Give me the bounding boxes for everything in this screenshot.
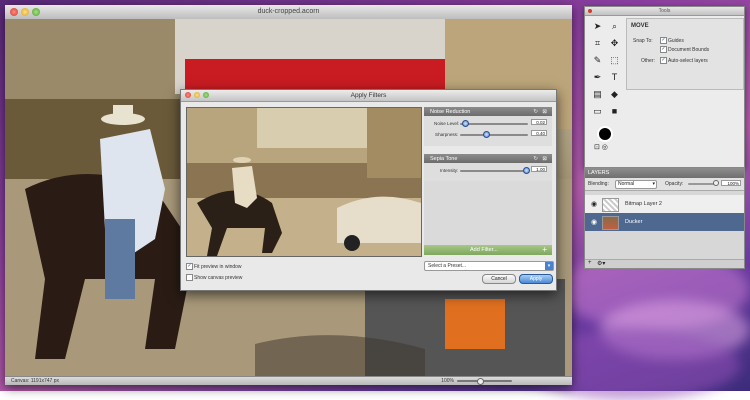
noise-reduction-header[interactable]: Noise Reduction ↻ ⊠ [424,107,552,116]
layer-thumbnail [602,198,619,212]
document-bounds-label: Document Bounds [668,47,710,53]
opacity-knob[interactable] [713,180,719,186]
fit-preview-checkbox[interactable]: ✓ [186,263,193,270]
eraser-icon[interactable]: ▭ [590,104,605,119]
tools-palette: Tools ➤ ⌕ ⌗ ✥ ✎ ⬚ ✒ T ▤ ◆ ▭ ■ ⊡ ◎ MOVE S… [584,6,745,168]
sharpness-value[interactable]: 0.40 [531,130,547,136]
blending-label: Blending: [588,181,609,187]
sepia-tone-header[interactable]: Sepia Tone ↻ ⊠ [424,154,552,163]
tool-options-heading: MOVE [631,23,649,29]
document-titlebar: duck-cropped.acorn [5,5,572,20]
preset-select-text: Select a Preset... [428,263,467,269]
opacity-value[interactable]: 100% [721,180,741,186]
guides-label: Guides [668,38,684,44]
crop-icon[interactable]: ⌗ [590,36,605,51]
noise-level-value[interactable]: 0.02 [531,119,547,125]
layers-title: LAYERS [588,170,610,176]
cancel-button[interactable]: Cancel [482,274,516,284]
tool-options-panel: MOVE Snap To: ✓ Guides ✓ Document Bounds… [626,18,744,90]
other-label: Other: [641,58,655,64]
remove-filter-icon[interactable]: ⊠ [542,156,547,162]
layers-footer: + ⚙▾ [585,259,744,268]
dialog-title: Apply Filters [350,92,387,99]
status-bar: Canvas: 1191x747 px 100% [5,376,572,385]
marquee-icon[interactable]: ⬚ [607,53,622,68]
show-canvas-label: Show canvas preview [194,275,243,281]
dialog-titlebar: Apply Filters [181,90,556,102]
sharpness-label: Sharpness: [435,132,459,137]
layer-row-selected[interactable]: ◉ Ducker [585,213,744,231]
zoom-slider[interactable] [457,380,512,382]
blending-select[interactable]: Normal ▾ [615,180,657,189]
preset-select[interactable]: Select a Preset... ▾ [424,261,554,271]
auto-select-label: Auto-select layers [668,58,708,64]
sepia-tone-body: Intensity: 1.00 [424,163,552,181]
document-title: duck-cropped.acorn [257,8,320,15]
tools-palette-titlebar: Tools [585,7,744,16]
noise-reduction-body: Noise Level: 0.02 Sharpness: 0.40 [424,116,552,146]
layers-panel: LAYERS Blending: Normal ▾ Opacity: 100% … [584,167,745,269]
noise-level-label: Noise Level: [434,121,460,126]
gear-icon[interactable]: ⚙▾ [597,260,605,267]
auto-select-checkbox[interactable]: ✓ [660,57,667,64]
zoom-level-label: 100% [441,378,454,384]
filter-preview[interactable] [186,107,422,257]
intensity-label: Intensity: [440,168,459,173]
guides-checkbox[interactable]: ✓ [660,37,667,44]
layer-thumbnail [602,216,619,230]
document-bounds-checkbox[interactable]: ✓ [660,46,667,53]
chevron-down-icon: ▾ [545,262,553,270]
opacity-label: Opacity: [665,181,684,187]
intensity-knob[interactable] [523,167,530,174]
shape-icon[interactable]: ■ [607,104,622,119]
zoom-icon[interactable]: ⌕ [607,19,622,34]
tool-grid: ➤ ⌕ ⌗ ✥ ✎ ⬚ ✒ T ▤ ◆ ▭ ■ ⊡ ◎ [588,18,624,163]
layer-row[interactable]: ◉ Bitmap Layer 2 [585,195,744,213]
intensity-slider[interactable] [460,170,528,172]
add-filter-button[interactable]: Add Filter... + [424,245,552,255]
canvas-size-label: Canvas: 1191x747 px [11,378,59,384]
layer-name: Bitmap Layer 2 [625,201,662,207]
arrow-select-icon[interactable]: ➤ [590,19,605,34]
sharpness-slider[interactable] [460,134,528,136]
noise-level-knob[interactable] [462,120,469,127]
gradient-icon[interactable]: ▤ [590,87,605,102]
add-filter-label: Add Filter... [470,247,498,253]
text-icon[interactable]: T [607,70,622,85]
layer-options-bar: Blending: Normal ▾ Opacity: 100% [585,178,744,191]
intensity-value[interactable]: 1.00 [531,166,547,172]
sharpness-knob[interactable] [483,131,490,138]
add-layer-icon[interactable]: + [588,260,592,266]
eye-icon[interactable]: ◉ [591,200,597,208]
color-well-icon[interactable] [597,126,613,142]
plus-icon: + [542,245,547,254]
apply-filters-dialog: Apply Filters Noise Reduction ↻ ⊠ Noise … [180,89,557,291]
apply-button[interactable]: Apply [519,274,553,284]
blending-value: Normal [618,181,635,187]
eye-icon[interactable]: ◉ [591,218,597,226]
tools-palette-title: Tools [658,8,671,14]
brush-icon[interactable]: ✎ [590,53,605,68]
sepia-tone-title: Sepia Tone [430,155,458,162]
layer-name: Ducker [625,219,643,225]
noise-reduction-title: Noise Reduction [430,108,471,115]
remove-filter-icon[interactable]: ⊠ [542,109,547,115]
reset-icon[interactable]: ↻ [533,156,538,162]
chevron-down-icon: ▾ [652,181,655,187]
swap-colors-icon[interactable]: ⊡ ◎ [594,143,608,151]
show-canvas-checkbox[interactable] [186,274,193,281]
zoom-slider-knob[interactable] [477,378,484,385]
pen-icon[interactable]: ✒ [590,70,605,85]
layers-header: LAYERS [585,168,744,178]
snap-to-label: Snap To: [633,38,653,44]
filter-list-empty-area [424,181,552,245]
sepia-preview-image [187,108,421,256]
noise-level-slider[interactable] [460,123,528,125]
reset-icon[interactable]: ↻ [533,109,538,115]
fit-preview-label: Fit preview in window [194,264,242,270]
fill-bucket-icon[interactable]: ◆ [607,87,622,102]
move-icon[interactable]: ✥ [607,36,622,51]
